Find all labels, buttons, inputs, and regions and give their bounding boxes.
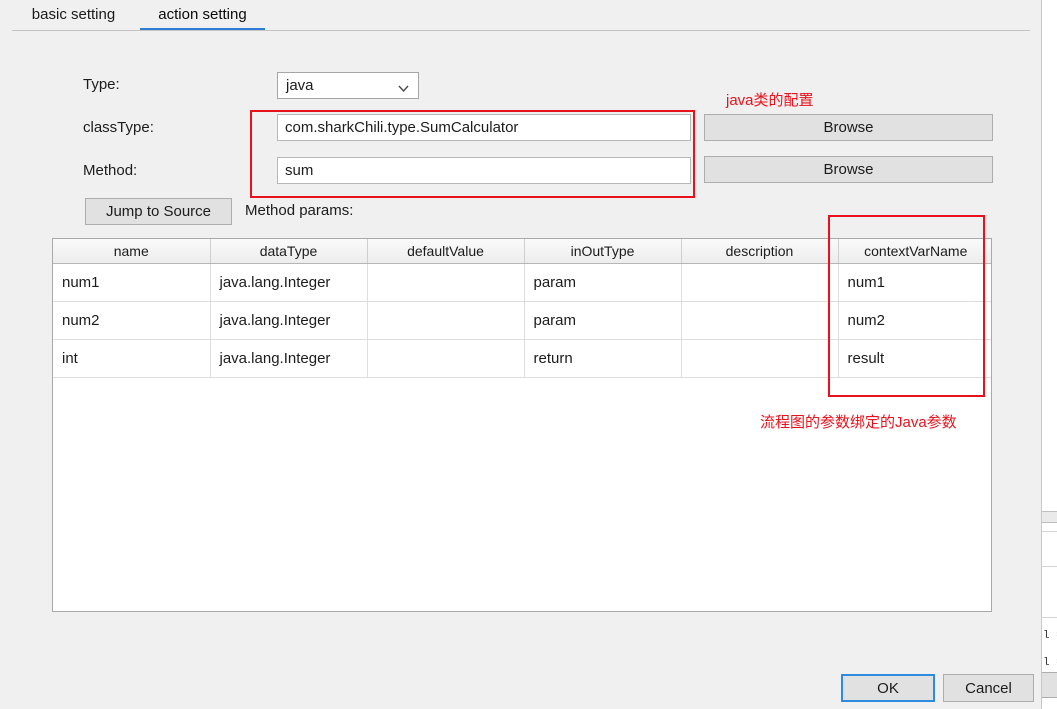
table-row[interactable]: int java.lang.Integer return result — [53, 340, 992, 378]
cell-defaultvalue[interactable] — [367, 340, 524, 378]
bleed-scrollbar-thumb — [1042, 511, 1057, 523]
cell-defaultvalue[interactable] — [367, 302, 524, 340]
cell-datatype[interactable]: java.lang.Integer — [210, 264, 367, 302]
table-row[interactable]: num1 java.lang.Integer param num1 — [53, 264, 992, 302]
tab-action-setting-label: action setting — [158, 6, 246, 23]
ok-button[interactable]: OK — [841, 674, 935, 702]
type-label: Type: — [83, 76, 120, 93]
column-header-defaultvalue[interactable]: defaultValue — [367, 239, 524, 264]
type-select[interactable]: java — [277, 72, 419, 99]
cell-inouttype[interactable]: param — [524, 264, 681, 302]
annotation-label-context-var: 流程图的参数绑定的Java参数 — [760, 411, 957, 432]
classtype-input[interactable] — [277, 114, 691, 141]
table-body: num1 java.lang.Integer param num1 num2 j… — [53, 264, 992, 378]
cell-description[interactable] — [681, 264, 838, 302]
browse-class-button[interactable]: Browse — [704, 114, 993, 141]
tab-divider — [12, 30, 1030, 31]
column-header-datatype[interactable]: dataType — [210, 239, 367, 264]
tab-bar: basic setting action setting — [0, 0, 1041, 31]
bleed-button — [1041, 672, 1057, 698]
chevron-down-icon — [398, 81, 409, 92]
cancel-button[interactable]: Cancel — [943, 674, 1034, 702]
cell-name[interactable]: num1 — [53, 264, 210, 302]
background-editor-bleed: l = l = t< — [1041, 0, 1057, 709]
cell-description[interactable] — [681, 302, 838, 340]
cell-contextvarname[interactable]: num1 — [838, 264, 992, 302]
cell-inouttype[interactable]: return — [524, 340, 681, 378]
bleed-divider — [1042, 617, 1057, 618]
cell-datatype[interactable]: java.lang.Integer — [210, 302, 367, 340]
bleed-divider — [1042, 566, 1057, 567]
action-setting-dialog: basic setting action setting Type: java … — [0, 0, 1041, 709]
jump-to-source-button[interactable]: Jump to Source — [85, 198, 232, 225]
tab-basic-setting[interactable]: basic setting — [16, 0, 131, 31]
method-input[interactable] — [277, 157, 691, 184]
method-params-label: Method params: — [245, 202, 353, 219]
table-row[interactable]: num2 java.lang.Integer param num2 — [53, 302, 992, 340]
browse-method-button[interactable]: Browse — [704, 156, 993, 183]
tab-action-setting[interactable]: action setting — [140, 0, 265, 31]
annotation-label-java-config: java类的配置 — [726, 89, 814, 110]
type-select-value: java — [286, 77, 314, 94]
tab-basic-setting-label: basic setting — [32, 6, 115, 23]
cell-inouttype[interactable]: param — [524, 302, 681, 340]
cell-datatype[interactable]: java.lang.Integer — [210, 340, 367, 378]
cell-defaultvalue[interactable] — [367, 264, 524, 302]
bleed-text: l = — [1043, 630, 1057, 642]
cell-name[interactable]: int — [53, 340, 210, 378]
cell-contextvarname[interactable]: num2 — [838, 302, 992, 340]
bleed-divider — [1042, 531, 1057, 532]
column-header-contextvarname[interactable]: contextVarName — [838, 239, 992, 264]
table-header: name dataType defaultValue inOutType des… — [53, 239, 992, 264]
column-header-name[interactable]: name — [53, 239, 210, 264]
cell-description[interactable] — [681, 340, 838, 378]
column-header-inouttype[interactable]: inOutType — [524, 239, 681, 264]
column-header-description[interactable]: description — [681, 239, 838, 264]
classtype-label: classType: — [83, 119, 154, 136]
method-label: Method: — [83, 162, 137, 179]
table-header-row: name dataType defaultValue inOutType des… — [53, 239, 992, 264]
params-table-element: name dataType defaultValue inOutType des… — [53, 239, 992, 378]
cell-name[interactable]: num2 — [53, 302, 210, 340]
bleed-text: l = — [1043, 657, 1057, 669]
cell-contextvarname[interactable]: result — [838, 340, 992, 378]
